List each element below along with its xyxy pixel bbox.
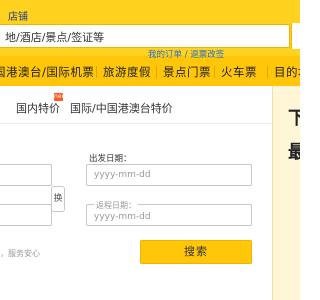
nav-item-destinations[interactable]: 目的地 [274,64,300,80]
nav-item-vacation[interactable]: 旅游度假 [103,64,151,80]
promo-text-1: 下 [288,108,300,129]
my-orders-link[interactable]: 我的订单 / 退票改签 [148,48,292,60]
service-note: ，服务安心 [0,249,40,258]
depart-date-input[interactable]: yyyy-mm-dd [86,164,252,186]
return-date-placeholder: yyyy-mm-dd [94,212,151,222]
new-badge: new [54,93,67,101]
swap-button[interactable]: 换 [51,186,65,212]
category-nav: 国港澳台/国际机票 旅游度假 景点门票 火车票 目的地 [0,56,300,86]
nav-divider [96,66,97,78]
search-flights-button[interactable]: 搜索 [140,240,252,264]
nav-divider [214,66,215,78]
search-input[interactable]: 地/酒店/景点/签证等 [0,24,290,48]
search-button-edge[interactable] [291,23,300,49]
departure-city-input[interactable] [0,164,52,186]
depart-date-placeholder: yyyy-mm-dd [94,170,151,180]
nav-item-trains[interactable]: 火车票 [221,64,257,80]
return-date-label: 返程日期： [94,200,138,211]
booking-panel: 国内特价 new 国际/中国港澳台特价 [0,86,272,300]
store-label[interactable]: 店铺 [8,8,28,23]
tab-domestic-deals[interactable]: 国内特价 [16,100,60,116]
nav-item-tickets[interactable]: 景点门票 [163,64,211,80]
tab-row: 国内特价 new 国际/中国港澳台特价 [0,86,272,124]
nav-divider [156,66,157,78]
arrival-city-input[interactable] [0,204,52,226]
promo-text-2: 最 [288,142,300,163]
page-root: { "header": { "store_label": "店铺", "sear… [0,0,300,300]
nav-divider [267,66,268,78]
search-placeholder: 地/酒店/景点/签证等 [5,31,105,44]
tab-international-deals[interactable]: 国际/中国港澳台特价 [70,100,173,116]
depart-date-label: 出发日期： [89,154,132,164]
return-date-input[interactable]: 返程日期： yyyy-mm-dd [86,200,252,226]
nav-item-flights[interactable]: 国港澳台/国际机票 [0,64,94,80]
